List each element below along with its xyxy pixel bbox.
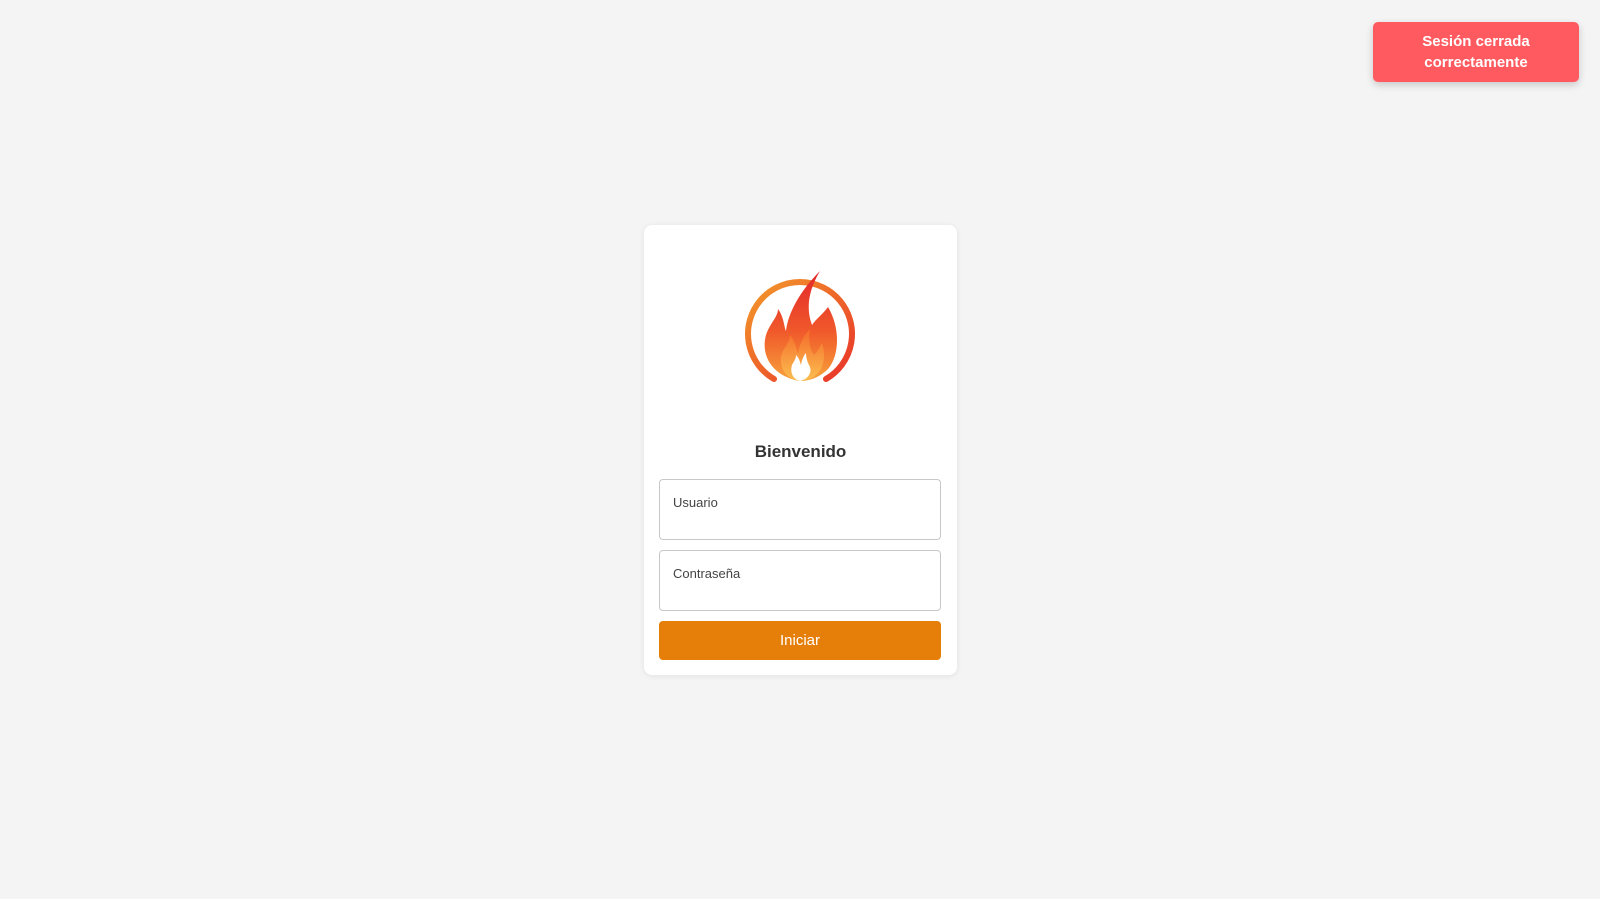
login-button[interactable]: Iniciar: [659, 621, 941, 660]
login-page: Sesión cerrada correctamente Bienvenido …: [0, 0, 1600, 899]
toast-message: Sesión cerrada correctamente: [1422, 33, 1530, 71]
flame-icon: [745, 271, 855, 382]
username-field-box: [659, 479, 941, 540]
password-input[interactable]: [660, 551, 940, 610]
logout-toast: Sesión cerrada correctamente: [1373, 22, 1579, 82]
welcome-title: Bienvenido: [754, 442, 847, 461]
login-card: Bienvenido Iniciar: [644, 225, 957, 675]
username-input[interactable]: [660, 480, 940, 539]
password-field-box: [659, 550, 941, 611]
